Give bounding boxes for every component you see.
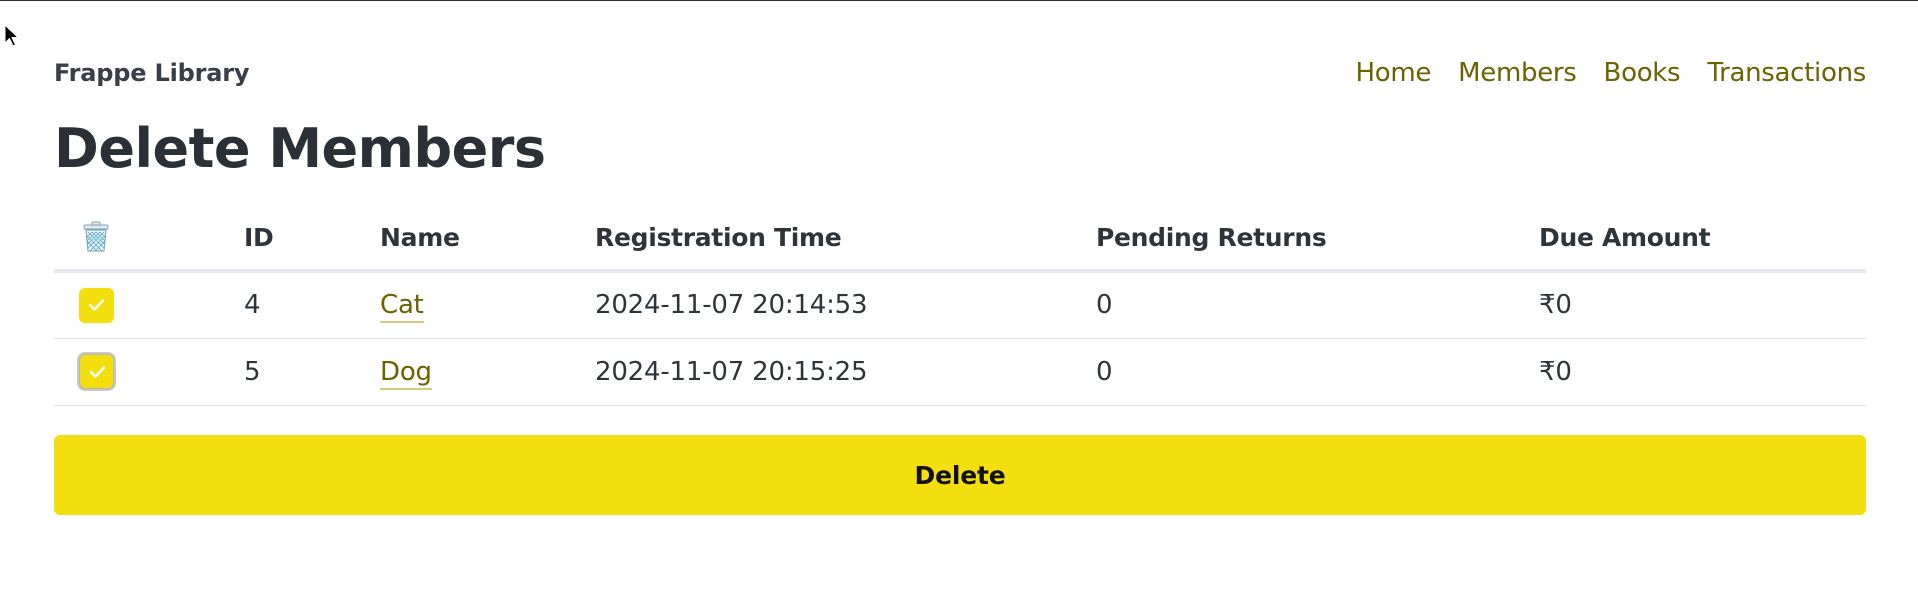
member-name-link[interactable]: Cat [380,290,424,324]
cell-name: Dog [380,338,595,406]
cell-pending-returns: 0 [1096,271,1539,339]
cell-due-amount: ₹0 [1539,271,1866,339]
cell-id: 5 [244,338,380,406]
column-header-pending-returns: Pending Returns [1096,205,1539,273]
select-column-header [54,205,244,273]
column-header-name: Name [380,205,595,273]
page-title: Delete Members [54,117,546,180]
nav-link-books[interactable]: Books [1604,58,1681,88]
table-row: 5 Dog 2024-11-07 20:15:25 0 ₹0 [54,338,1866,406]
table-header-row: ID Name Registration Time Pending Return… [54,205,1866,273]
checkmark-icon [89,366,106,378]
column-header-registration-time: Registration Time [595,205,1096,273]
members-table: ID Name Registration Time Pending Return… [54,205,1866,406]
cell-pending-returns: 0 [1096,338,1539,406]
checkmark-icon [88,299,105,311]
table-header: ID Name Registration Time Pending Return… [54,205,1866,273]
delete-button[interactable]: Delete [54,435,1866,515]
row-select-checkbox[interactable] [79,287,114,323]
column-header-id: ID [244,205,380,273]
member-name-link[interactable]: Dog [380,356,432,390]
cell-name: Cat [380,271,595,339]
brand-title: Frappe Library [54,59,250,87]
select-cell [54,338,244,406]
top-header: Frappe Library Home Members Books Transa… [54,56,1866,90]
cell-registration-time: 2024-11-07 20:15:25 [595,338,1096,406]
trash-icon [83,221,109,252]
select-cell [54,271,244,339]
nav-link-members[interactable]: Members [1458,58,1577,88]
cell-due-amount: ₹0 [1539,338,1866,406]
table-row: 4 Cat 2024-11-07 20:14:53 0 ₹0 [54,271,1866,339]
column-header-due-amount: Due Amount [1539,205,1866,273]
table-body: 4 Cat 2024-11-07 20:14:53 0 ₹0 5 Dog 202… [54,271,1866,406]
window-top-border [0,0,1918,1]
row-select-checkbox[interactable] [79,354,114,389]
nav-link-transactions[interactable]: Transactions [1707,58,1866,88]
mouse-cursor-icon [4,24,20,47]
nav-link-home[interactable]: Home [1356,58,1432,88]
main-nav: Home Members Books Transactions [1356,58,1867,88]
cell-id: 4 [244,271,380,339]
cell-registration-time: 2024-11-07 20:14:53 [595,271,1096,339]
